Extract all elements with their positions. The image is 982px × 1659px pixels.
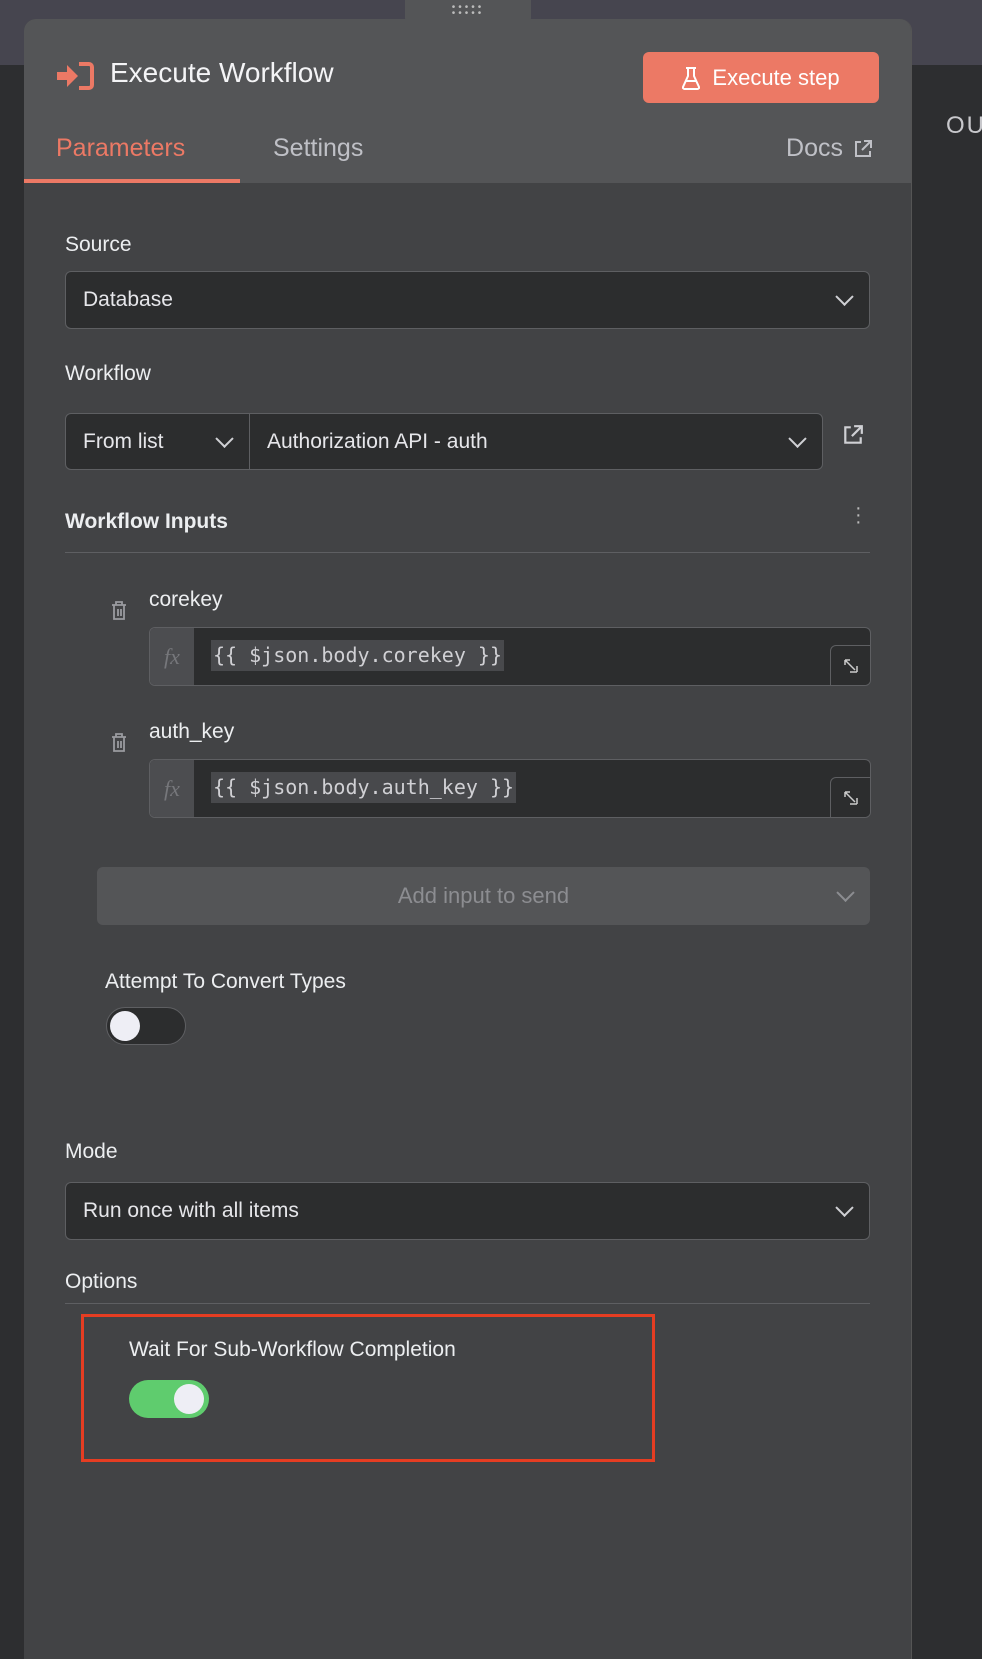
workflow-inputs-label: Workflow Inputs	[65, 510, 228, 533]
node-details-panel: Execute Workflow Execute step Parameters…	[24, 19, 912, 1659]
divider	[65, 1303, 870, 1304]
open-workflow-icon[interactable]	[842, 424, 864, 446]
mode-select[interactable]: Run once with all items	[65, 1182, 870, 1240]
execute-step-button[interactable]: Execute step	[643, 52, 879, 103]
node-title: Execute Workflow	[110, 57, 334, 88]
add-input-button[interactable]: Add input to send	[97, 867, 870, 925]
flask-icon	[682, 66, 701, 90]
output-panel-label: OU	[946, 112, 982, 139]
toggle-knob	[110, 1011, 140, 1041]
expand-icon	[844, 791, 858, 805]
corekey-expression: {{ $json.body.corekey }}	[211, 640, 504, 671]
tab-parameters[interactable]: Parameters	[56, 134, 185, 163]
options-label: Options	[65, 1270, 138, 1293]
workflow-mode-select[interactable]: From list	[65, 413, 250, 470]
panel-header: Execute Workflow Execute step Parameters…	[24, 19, 911, 183]
sign-in-icon	[57, 62, 94, 90]
input-name-auth-key: auth_key	[149, 720, 235, 743]
docs-label: Docs	[786, 134, 843, 162]
active-tab-indicator	[24, 179, 240, 183]
chevron-down-icon	[788, 429, 807, 448]
chevron-down-icon	[835, 287, 854, 306]
trash-icon[interactable]	[110, 731, 128, 753]
wait-completion-label: Wait For Sub-Workflow Completion	[129, 1338, 456, 1361]
auth-key-expression: {{ $json.body.auth_key }}	[211, 772, 517, 803]
source-select[interactable]: Database	[65, 271, 870, 329]
execute-step-label: Execute step	[712, 64, 840, 90]
workflow-label: Workflow	[65, 362, 151, 385]
convert-types-toggle[interactable]	[106, 1007, 186, 1045]
more-options-icon[interactable]: · · ·	[855, 498, 862, 532]
fx-icon: fx	[150, 760, 194, 817]
corekey-expression-input[interactable]: fx {{ $json.body.corekey }}	[149, 627, 871, 686]
input-name-corekey: corekey	[149, 588, 223, 611]
external-link-icon	[855, 139, 872, 157]
chevron-down-icon	[836, 883, 855, 902]
chevron-down-icon	[215, 429, 234, 448]
wait-completion-toggle[interactable]	[129, 1380, 209, 1418]
divider	[65, 552, 870, 553]
add-input-label: Add input to send	[397, 883, 570, 908]
toggle-knob	[174, 1384, 204, 1414]
expand-editor-button[interactable]	[830, 645, 870, 685]
trash-icon[interactable]	[110, 599, 128, 621]
auth-key-expression-input[interactable]: fx {{ $json.body.auth_key }}	[149, 759, 871, 818]
mode-value: Run once with all items	[83, 1199, 299, 1222]
convert-types-label: Attempt To Convert Types	[105, 970, 346, 993]
expand-icon	[844, 659, 858, 673]
source-value: Database	[83, 288, 173, 311]
workflow-select[interactable]: Authorization API - auth	[249, 413, 823, 470]
mode-label: Mode	[65, 1140, 118, 1163]
chevron-down-icon	[835, 1198, 854, 1217]
grip-icon: ••••• •••••	[451, 2, 485, 19]
workflow-value: Authorization API - auth	[267, 429, 488, 453]
docs-link[interactable]: Docs	[786, 134, 873, 163]
fx-icon: fx	[150, 628, 194, 685]
source-label: Source	[65, 233, 132, 256]
workflow-mode-value: From list	[83, 429, 164, 453]
tab-settings[interactable]: Settings	[273, 134, 363, 163]
expand-editor-button[interactable]	[830, 777, 870, 817]
